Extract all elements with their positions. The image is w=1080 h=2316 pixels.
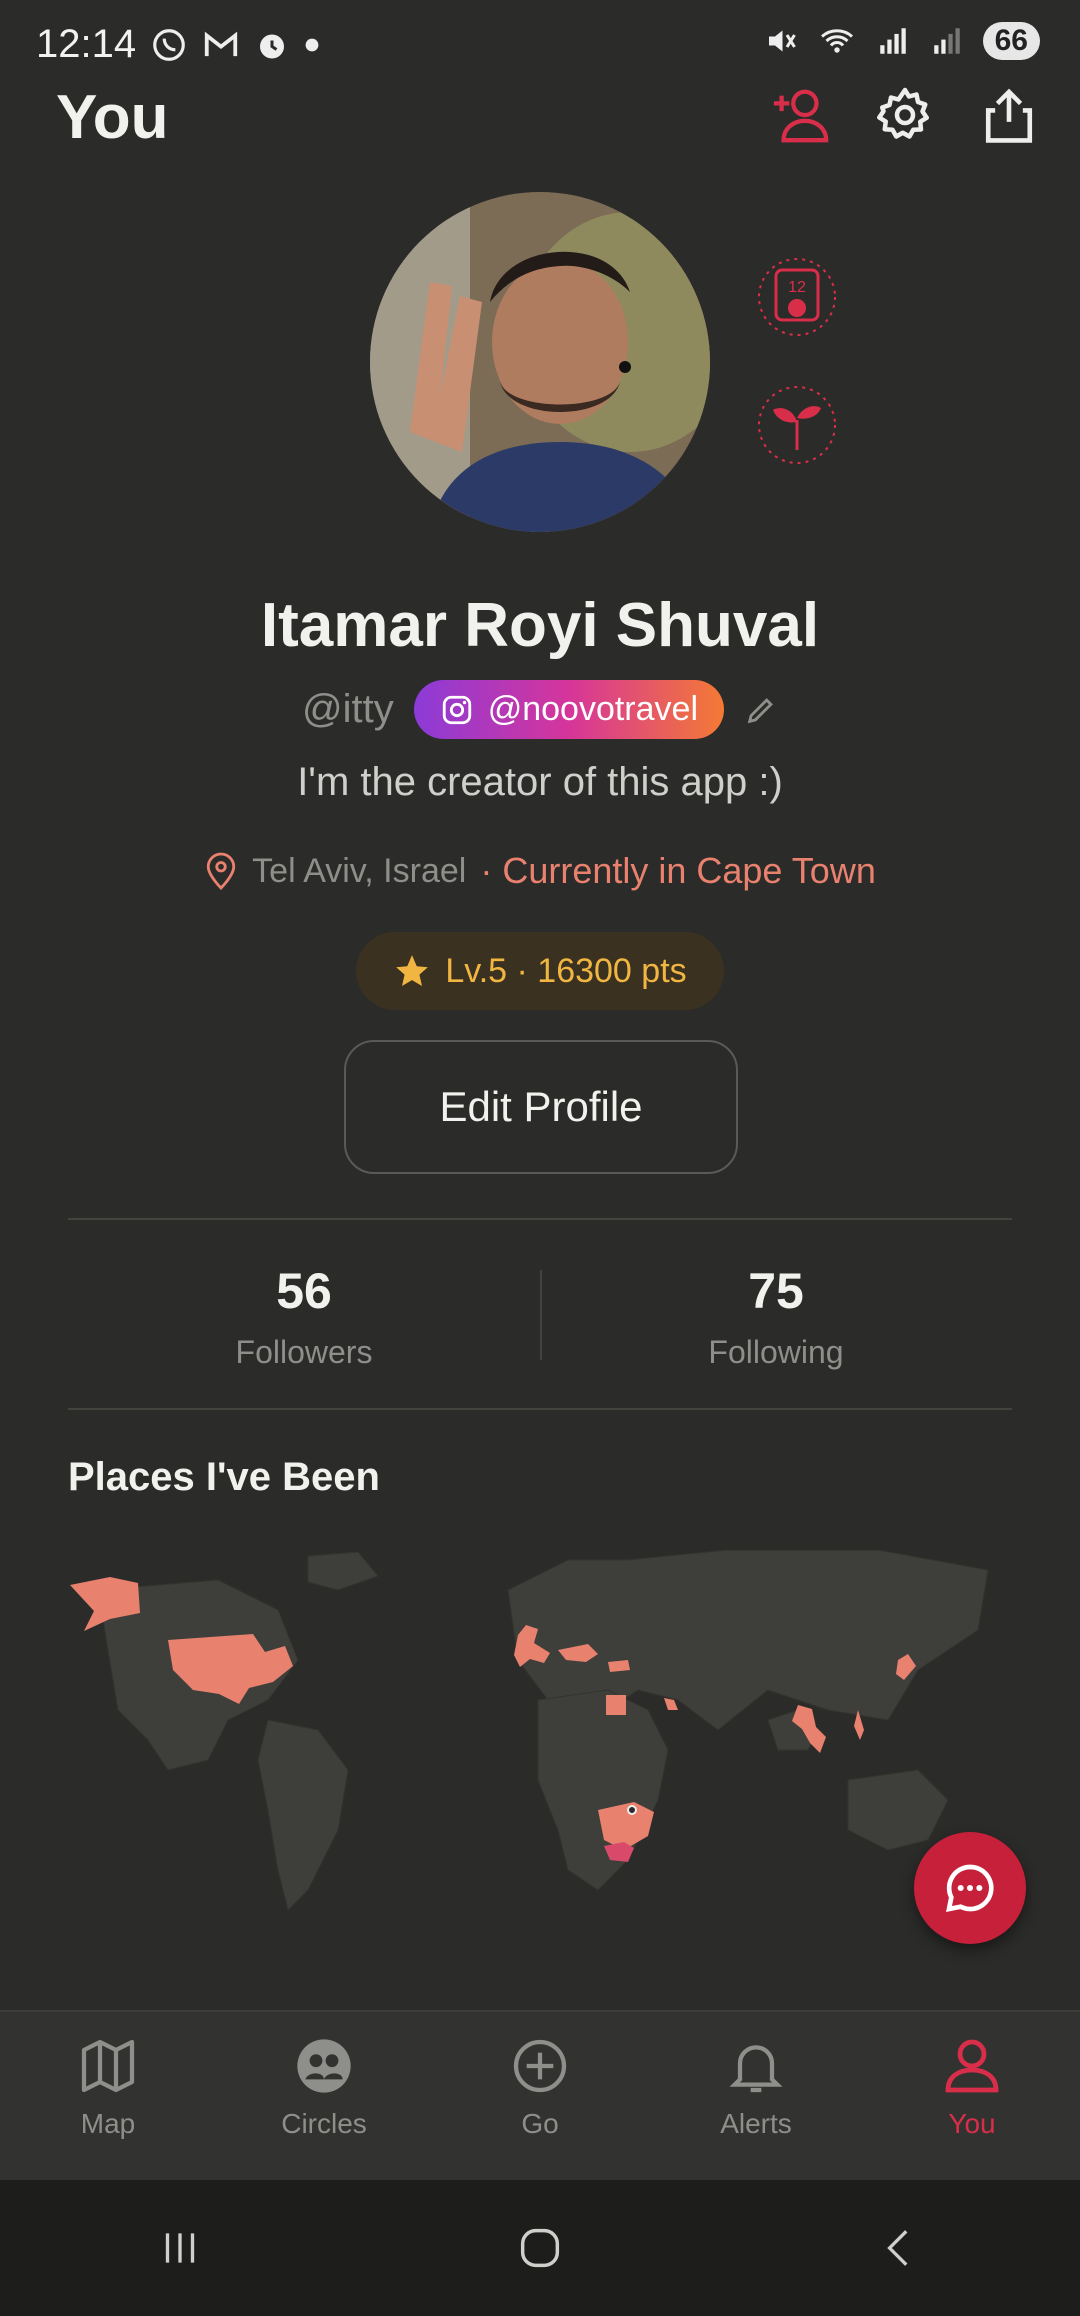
settings-button[interactable] (874, 84, 936, 146)
visited-world-map[interactable] (68, 1550, 1012, 1930)
tab-go[interactable]: Go (432, 2012, 648, 2182)
profile-name: Itamar Royi Shuval (260, 591, 820, 660)
bottom-tab-bar: Map Circles Go Alerts You (0, 2010, 1080, 2182)
system-nav-bar (0, 2180, 1080, 2316)
user-icon (945, 2039, 999, 2093)
sprout-badge-icon[interactable] (752, 380, 842, 470)
status-time: 12:14 (36, 22, 137, 66)
signal-icon (879, 28, 906, 54)
followers-label: Followers (235, 1334, 373, 1370)
whatsapp-icon (153, 29, 185, 61)
group-icon (297, 2039, 351, 2093)
status-notification-icons (150, 26, 320, 64)
header-actions (770, 84, 1040, 146)
mute-icon (768, 30, 796, 52)
tab-label: Alerts (720, 2108, 792, 2139)
status-system-icons: 66 (763, 22, 1040, 60)
places-title: Places I've Been (68, 1455, 380, 1499)
signal-2-icon (933, 28, 960, 54)
tab-label: Go (521, 2108, 559, 2139)
star-icon (396, 955, 429, 987)
divider (68, 1408, 1012, 1410)
share-button[interactable] (978, 84, 1040, 146)
current-location: · Currently in Cape Town (480, 850, 876, 891)
add-user-icon (773, 89, 829, 143)
dot-icon (305, 38, 319, 52)
location-row: Tel Aviv, Israel · Currently in Cape Tow… (0, 850, 1080, 892)
avatar[interactable] (370, 192, 710, 532)
profile-bio: I'm the creator of this app :) (297, 760, 783, 804)
tab-circles[interactable]: Circles (216, 2012, 432, 2182)
share-icon (985, 88, 1033, 143)
plus-circle-icon (513, 2039, 567, 2093)
location-pin-icon (206, 852, 236, 891)
map-icon (81, 2039, 135, 2093)
following-label: Following (708, 1334, 844, 1370)
wifi-icon (820, 29, 853, 53)
handle-row: @itty @noovotravel (0, 680, 1080, 739)
home-icon[interactable] (514, 2222, 566, 2274)
tab-alerts[interactable]: Alerts (648, 2012, 864, 2182)
gmail-icon (204, 31, 238, 57)
badge-number: 12 (788, 279, 806, 296)
tab-label: Map (80, 2108, 136, 2139)
chat-bubble-icon (946, 1864, 994, 1912)
chat-button[interactable] (914, 1832, 1026, 1944)
tab-label: You (948, 2108, 996, 2139)
instagram-icon (442, 695, 471, 724)
tab-you[interactable]: You (864, 2012, 1080, 2182)
hometown: Tel Aviv, Israel (252, 851, 467, 890)
level-badge[interactable]: Lv.5 · 16300 pts (356, 932, 724, 1010)
divider (68, 1218, 1012, 1220)
battery-indicator: 66 (982, 22, 1040, 60)
page-title: You (56, 83, 169, 152)
alarm-icon (260, 34, 284, 59)
bell-icon (729, 2045, 783, 2093)
calendar-badge-icon[interactable]: 12 (752, 252, 842, 342)
avatar-photo (370, 192, 710, 532)
add-friend-button[interactable] (770, 84, 832, 146)
edit-profile-button[interactable]: Edit Profile (344, 1040, 738, 1174)
instagram-link[interactable]: @noovotravel (413, 680, 724, 739)
following-count: 75 (748, 1263, 804, 1319)
username: @itty (301, 687, 394, 731)
instagram-handle: @noovotravel (487, 690, 698, 728)
back-icon[interactable] (875, 2223, 925, 2273)
level-text: Lv.5 · 16300 pts (445, 951, 687, 990)
following-stat[interactable]: 75 Following (540, 1262, 1012, 1371)
tab-label: Circles (281, 2108, 367, 2139)
followers-stat[interactable]: 56 Followers (68, 1262, 540, 1371)
tab-map[interactable]: Map (0, 2012, 216, 2182)
gear-icon (877, 87, 929, 139)
followers-count: 56 (276, 1263, 332, 1319)
recent-apps-icon[interactable] (155, 2223, 205, 2273)
pencil-icon[interactable] (744, 693, 778, 727)
